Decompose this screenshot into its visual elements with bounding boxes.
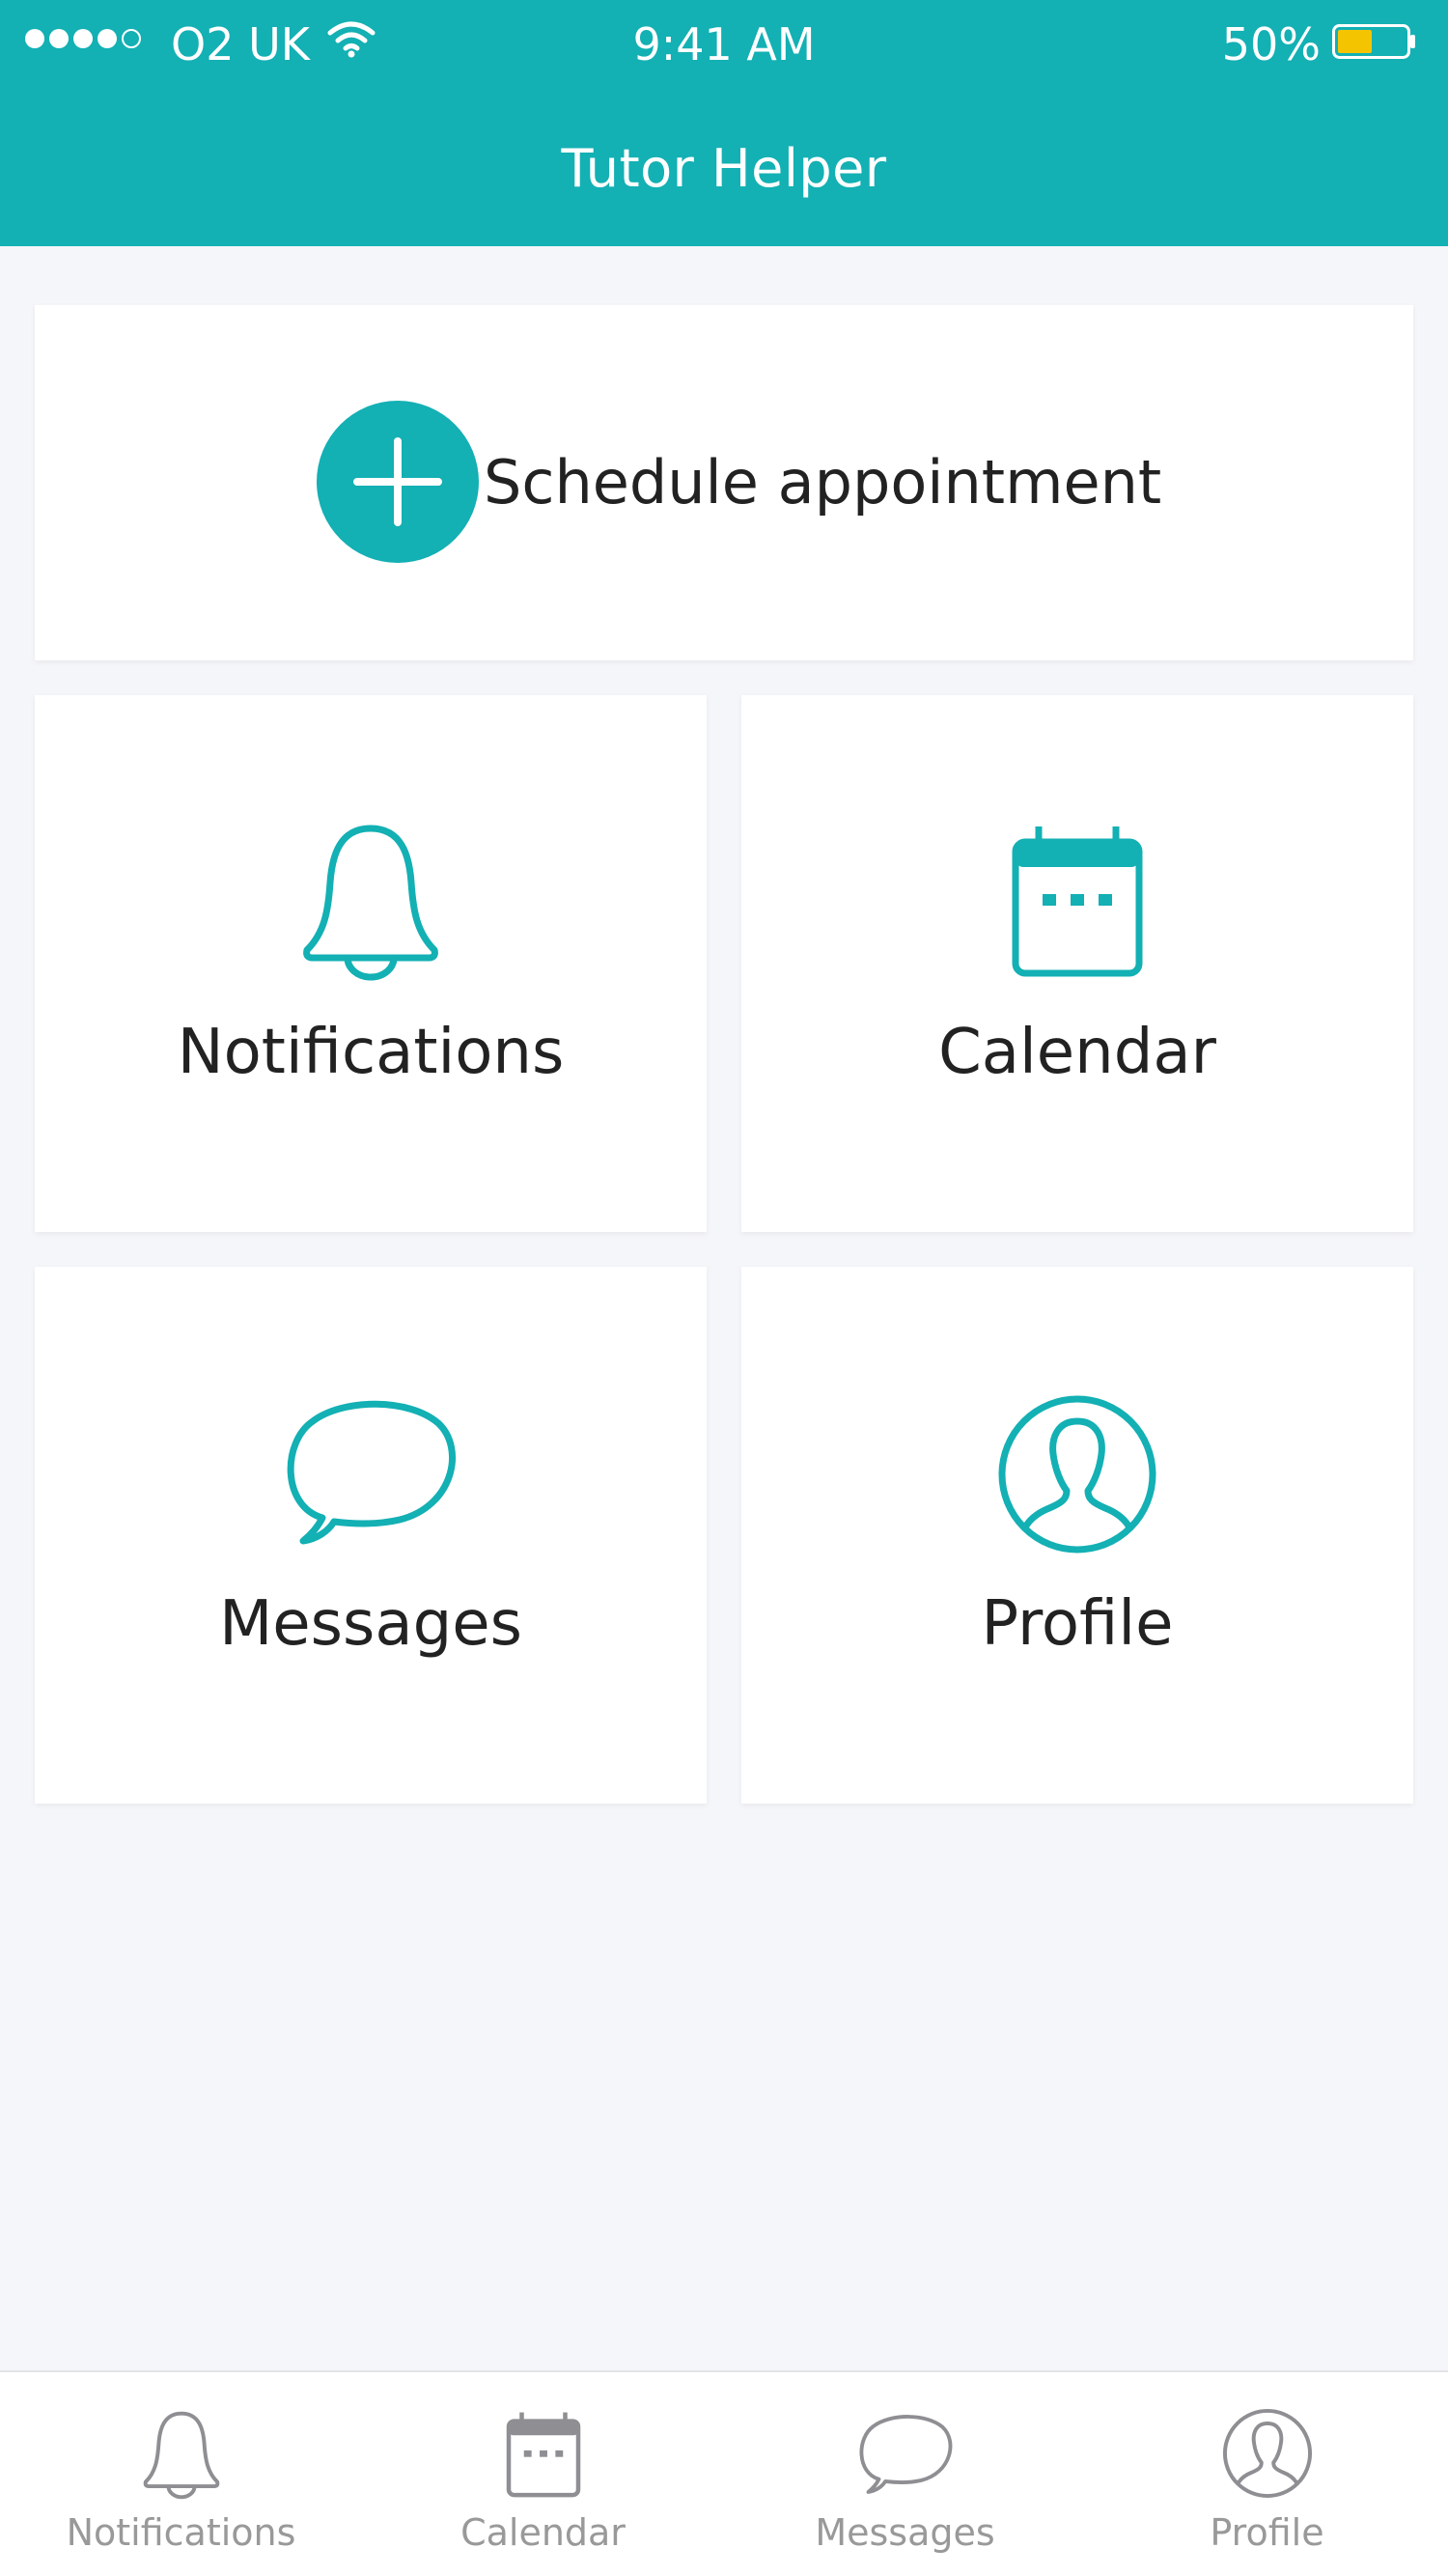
- tile-messages[interactable]: Messages: [35, 1267, 707, 1804]
- tile-label: Profile: [981, 1588, 1174, 1660]
- app-header: O2 UK 9:41 AM 50% Tutor Helper: [0, 0, 1448, 246]
- tab-notifications[interactable]: Notifications: [0, 2372, 362, 2576]
- user-circle-icon: [998, 1395, 1156, 1554]
- tab-label: Notifications: [66, 2511, 296, 2554]
- tile-calendar[interactable]: Calendar: [741, 695, 1413, 1232]
- tab-label: Profile: [1210, 2511, 1324, 2554]
- tab-calendar[interactable]: Calendar: [362, 2372, 724, 2576]
- calendar-icon: [1012, 826, 1143, 977]
- user-circle-icon: [1222, 2408, 1312, 2499]
- status-bar: O2 UK 9:41 AM 50%: [0, 0, 1448, 87]
- tile-label: Notifications: [177, 1017, 565, 1088]
- tile-label: Messages: [219, 1588, 522, 1660]
- tab-bar: Notifications Calendar Messages Profile: [0, 2370, 1448, 2576]
- bell-icon: [143, 2411, 219, 2500]
- tile-profile[interactable]: Profile: [741, 1267, 1413, 1804]
- speech-bubble-icon: [859, 2415, 952, 2494]
- tab-label: Calendar: [460, 2511, 626, 2554]
- bell-icon: [303, 825, 438, 981]
- tab-label: Messages: [815, 2511, 995, 2554]
- schedule-appointment-button[interactable]: Schedule appointment: [35, 305, 1413, 660]
- calendar-icon: [506, 2412, 580, 2498]
- tile-label: Calendar: [938, 1017, 1216, 1088]
- battery-icon: [1332, 24, 1415, 59]
- tab-profile[interactable]: Profile: [1086, 2372, 1448, 2576]
- tile-notifications[interactable]: Notifications: [35, 695, 707, 1232]
- schedule-appointment-label: Schedule appointment: [484, 447, 1162, 518]
- plus-circle-icon: [317, 401, 479, 563]
- battery-percent: 50%: [1221, 18, 1321, 70]
- speech-bubble-icon: [287, 1400, 456, 1545]
- page-title: Tutor Helper: [561, 138, 887, 199]
- tab-messages[interactable]: Messages: [724, 2372, 1086, 2576]
